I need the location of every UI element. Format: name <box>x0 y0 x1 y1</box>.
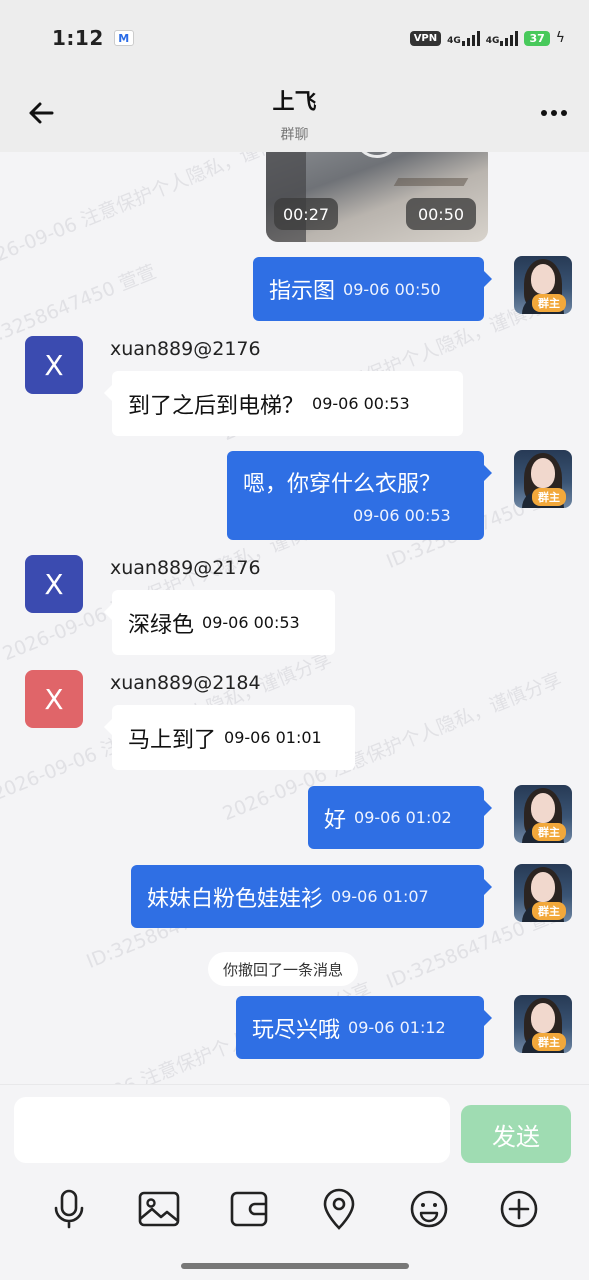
message-input[interactable] <box>14 1097 450 1163</box>
sender-avatar[interactable]: X <box>25 555 83 613</box>
message-bubble-incoming[interactable]: 马上到了 09-06 01:01 <box>104 705 355 770</box>
my-avatar[interactable]: 群主 <box>514 450 572 508</box>
message-text: 妹妹白粉色娃娃衫 <box>147 886 324 912</box>
group-owner-badge: 群主 <box>532 488 566 506</box>
location-icon[interactable] <box>316 1186 362 1232</box>
chat-title: 上飞 <box>272 90 317 115</box>
message-time: 09-06 00:50 <box>343 279 441 299</box>
network-2: 4G <box>486 30 519 46</box>
signal-icon <box>500 30 519 46</box>
status-indicators: VPN 4G 4G 37 ϟ <box>409 30 565 46</box>
message-text: 马上到了 <box>128 727 217 753</box>
message-bubble-incoming[interactable]: 到了之后到电梯？ 09-06 00:53 <box>104 371 463 436</box>
network-1: 4G <box>447 30 480 46</box>
chat-header: 上飞 群聊 <box>0 76 589 152</box>
message-time: 09-06 01:12 <box>348 1018 446 1037</box>
signal-icon <box>461 30 480 46</box>
message-text: 深绿色 <box>128 612 195 638</box>
message-time: 09-06 01:01 <box>224 728 322 747</box>
message-text: 嗯，你穿什么衣服？ <box>243 472 442 497</box>
network-type-label: 4G <box>485 36 500 46</box>
message-list[interactable]: 2026-09-06 注意保护个人隐私，谨慎分享 ID:3258647450 萱… <box>0 152 589 1084</box>
message-text: 玩尽兴哦 <box>252 1017 341 1043</box>
my-avatar[interactable]: 群主 <box>514 864 572 922</box>
play-icon[interactable] <box>354 152 400 158</box>
sender-avatar[interactable]: X <box>25 670 83 728</box>
recalled-message-notice: 你撤回了一条消息 <box>208 952 359 986</box>
status-time: 1:12 <box>52 26 104 50</box>
my-avatar[interactable]: 群主 <box>514 785 572 843</box>
sender-name: xuan889@2184 <box>110 672 261 694</box>
message-bubble-incoming[interactable]: 深绿色 09-06 00:53 <box>104 590 335 655</box>
more-options-icon[interactable] <box>537 98 571 128</box>
emoji-icon[interactable] <box>406 1186 452 1232</box>
message-bubble-outgoing[interactable]: 好 09-06 01:02 <box>308 786 492 849</box>
message-time: 09-06 00:53 <box>202 613 300 632</box>
video-frame-detail <box>393 178 469 186</box>
composer: 发送 <box>0 1084 589 1180</box>
battery-icon: 37 <box>524 30 550 46</box>
charging-icon: ϟ <box>555 30 565 46</box>
group-owner-badge: 群主 <box>532 902 566 920</box>
message-bubble-outgoing[interactable]: 指示图 09-06 00:50 <box>253 257 492 321</box>
send-button[interactable]: 发送 <box>461 1105 571 1163</box>
message-time: 09-06 00:53 <box>353 506 451 525</box>
message-bubble-outgoing[interactable]: 妹妹白粉色娃娃衫 09-06 01:07 <box>131 865 492 928</box>
image-icon[interactable] <box>136 1186 182 1232</box>
message-time: 09-06 01:07 <box>331 887 429 906</box>
video-duration: 00:27 <box>274 198 338 230</box>
mail-notification-icon: M <box>113 30 134 46</box>
message-text: 到了之后到电梯？ <box>128 393 305 419</box>
group-owner-badge: 群主 <box>532 294 566 312</box>
home-indicator[interactable] <box>181 1263 409 1269</box>
vpn-badge: VPN <box>409 30 442 46</box>
my-avatar[interactable]: 群主 <box>514 995 572 1053</box>
video-time: 00:50 <box>406 198 476 230</box>
group-owner-badge: 群主 <box>532 1033 566 1051</box>
plus-icon[interactable] <box>496 1186 542 1232</box>
chat-title-block: 上飞 群聊 <box>272 84 316 144</box>
wallet-icon[interactable] <box>226 1186 272 1232</box>
my-avatar[interactable]: 群主 <box>514 256 572 314</box>
composer-toolbar <box>0 1180 589 1242</box>
video-message[interactable]: 00:27 00:50 <box>266 152 488 242</box>
status-bar: 1:12 M VPN 4G 4G 37 ϟ <box>0 0 589 76</box>
message-bubble-outgoing[interactable]: 玩尽兴哦 09-06 01:12 <box>236 996 492 1059</box>
group-owner-badge: 群主 <box>532 823 566 841</box>
message-time: 09-06 01:02 <box>354 808 452 827</box>
message-time: 09-06 00:53 <box>312 394 410 413</box>
network-type-label: 4G <box>447 36 461 46</box>
sender-avatar[interactable]: X <box>25 336 83 394</box>
message-bubble-outgoing[interactable]: 嗯，你穿什么衣服？ 09-06 00:53 <box>227 451 492 540</box>
sender-name: xuan889@2176 <box>110 338 261 360</box>
sender-name: xuan889@2176 <box>110 557 261 579</box>
microphone-icon[interactable] <box>46 1186 92 1232</box>
message-text: 好 <box>324 807 347 833</box>
message-text: 指示图 <box>269 279 336 304</box>
chat-subtitle: 群聊 <box>280 127 309 143</box>
back-arrow-icon[interactable] <box>26 98 56 128</box>
